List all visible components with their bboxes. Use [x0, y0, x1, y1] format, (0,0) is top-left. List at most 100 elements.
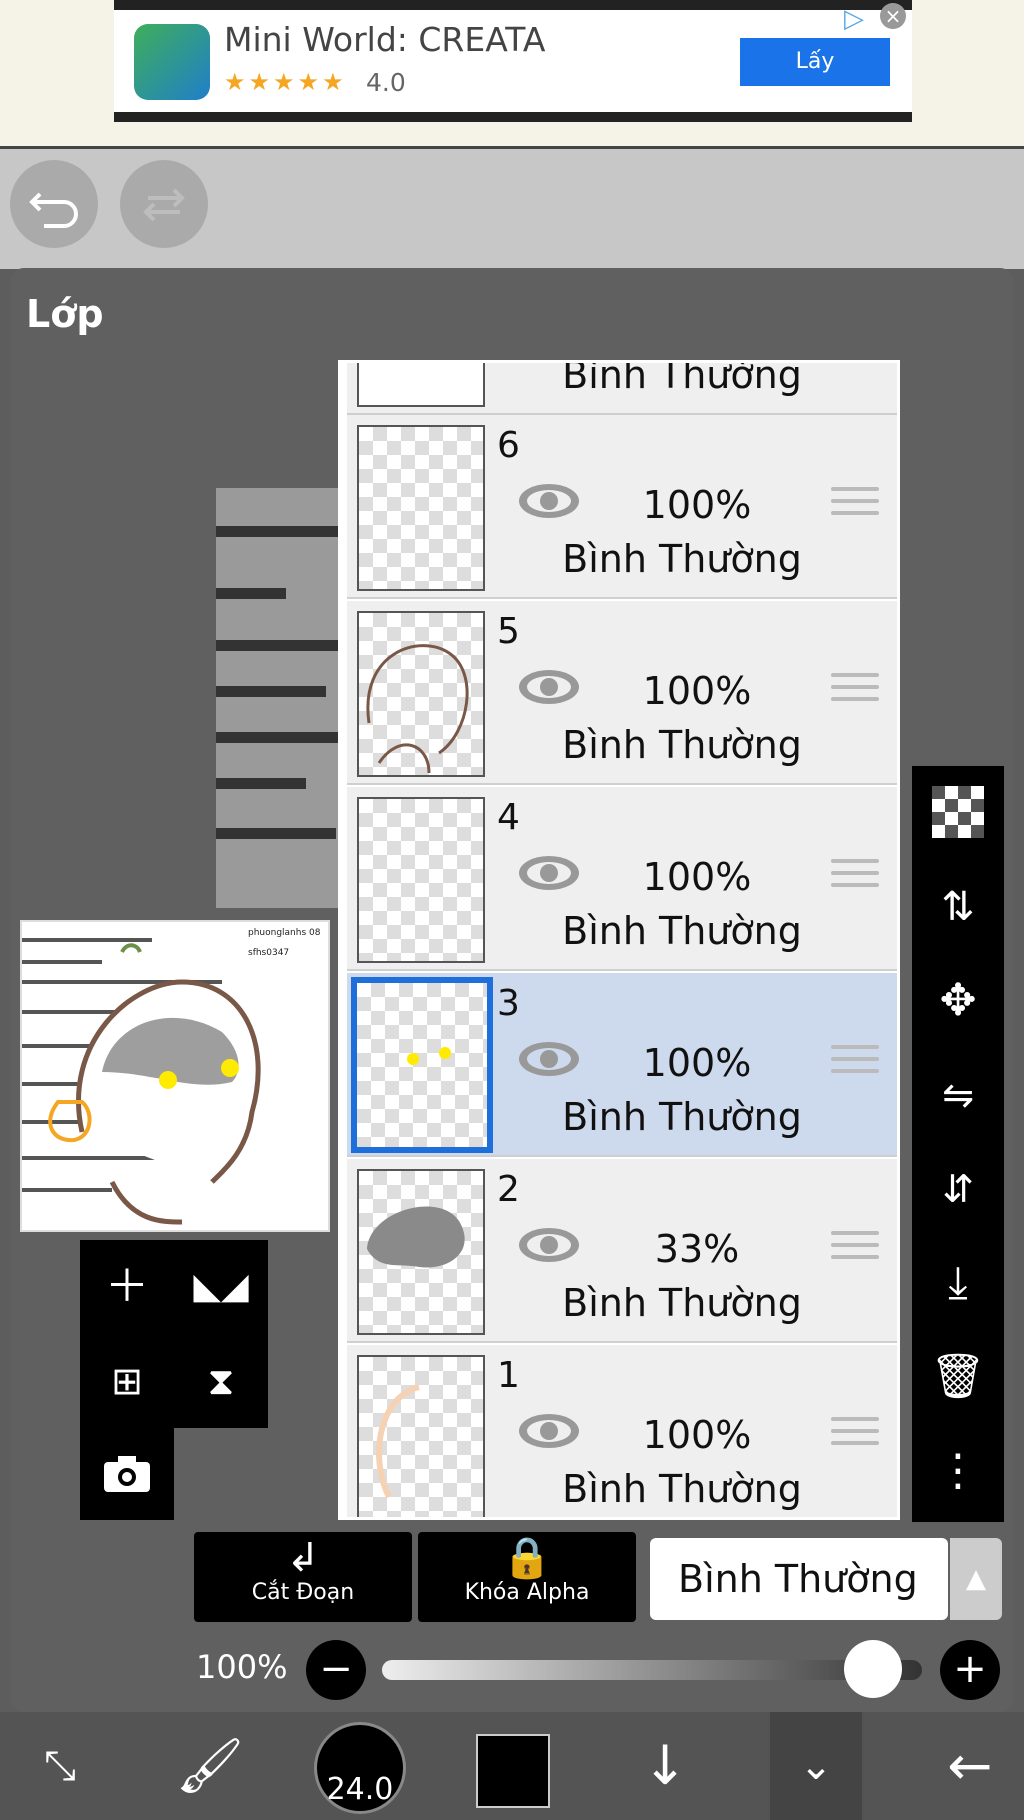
layer-blend-mode: Bình Thường [562, 1095, 802, 1139]
eye-icon[interactable] [517, 853, 581, 893]
layer-right-toolbar: ⇅ ✥ ⇋ ⇵ ⤓ 🗑 ⋮ [912, 766, 1004, 1522]
ad-title: Mini World: CREATA [224, 20, 546, 59]
ad-stars: ★★★★★ [224, 68, 347, 96]
brush-icon[interactable]: 🖌 [160, 1712, 260, 1820]
opacity-slider[interactable] [382, 1660, 922, 1680]
back-icon[interactable]: ← [920, 1712, 1020, 1820]
opacity-increase-button[interactable]: + [940, 1640, 1000, 1700]
ad-card[interactable]: Mini World: CREATA ★★★★★ 4.0 Lấy ▷ × [114, 0, 912, 122]
merge-down-icon[interactable]: ⤓ [912, 1236, 1004, 1330]
drawing-preview [22, 938, 261, 1225]
redo-button[interactable] [120, 160, 208, 248]
swap-layer-icon[interactable]: ⇅ [912, 860, 1004, 954]
layer-blend-mode: Bình Thường [562, 1467, 802, 1511]
ad-app-icon [134, 24, 210, 100]
layer-thumbnail [357, 797, 485, 963]
camera-tool-box [80, 1428, 174, 1520]
drag-handle-icon[interactable] [831, 673, 879, 709]
flip-horizontal-icon[interactable]: ◣◢ [174, 1240, 268, 1334]
canvas-area[interactable] [216, 488, 346, 908]
ad-close-icon[interactable]: × [880, 3, 906, 29]
alpha-lock-button[interactable]: 🔒 Khóa Alpha [418, 1532, 636, 1622]
duplicate-layer-icon[interactable]: ⊞ [80, 1334, 174, 1428]
layer-blend-mode: Bình Thường [562, 723, 802, 767]
layer-number: 3 [497, 983, 520, 1024]
layer-opacity: 100% [642, 1413, 752, 1457]
layer-row[interactable]: 4 100% Bình Thường [347, 787, 897, 971]
adchoices-icon[interactable]: ▷ [844, 4, 864, 34]
layer-opacity: 33% [654, 1227, 740, 1271]
brush-size-button[interactable]: 24.0 [312, 1712, 408, 1820]
layer-opacity: 100% [642, 855, 752, 899]
drag-handle-icon[interactable] [831, 1417, 879, 1453]
add-layer-icon[interactable]: ＋ [80, 1240, 174, 1334]
ad-rating: 4.0 [366, 68, 406, 97]
flip-vertical-icon[interactable]: ⧗ [174, 1334, 268, 1428]
layer-opacity: 100% [642, 669, 752, 713]
color-swatch[interactable] [476, 1712, 550, 1820]
transform-tool-icon[interactable]: ⤡ [10, 1712, 110, 1820]
layer-opacity: 100% [642, 1041, 752, 1085]
dropdown-arrow-icon[interactable]: ▲ [950, 1538, 1002, 1620]
undo-button[interactable] [10, 160, 98, 248]
layer-row[interactable]: 2 33% Bình Thường [347, 1159, 897, 1343]
undo-icon [29, 192, 78, 228]
drag-handle-icon[interactable] [831, 859, 879, 895]
layer-row[interactable]: 5 100% Bình Thường [347, 601, 897, 785]
layers-toggle-icon[interactable]: ⌄ [770, 1712, 862, 1820]
flip-v-icon[interactable]: ⇵ [912, 1142, 1004, 1236]
preview-text-1: phuonglanhs 08 [248, 928, 321, 938]
drag-handle-icon[interactable] [831, 1045, 879, 1081]
opacity-label: 100% [196, 1648, 288, 1686]
eye-icon[interactable] [517, 481, 581, 521]
layer-blend-mode: Bình Thường [562, 909, 802, 953]
layer-blend-mode: Bình Thường [562, 1281, 802, 1325]
camera-icon[interactable] [80, 1428, 174, 1520]
eye-icon[interactable] [517, 1225, 581, 1265]
layer-number: 4 [497, 797, 520, 838]
eye-icon[interactable] [517, 667, 581, 707]
ad-get-button[interactable]: Lấy [740, 38, 890, 86]
layer-blend-mode: Bình Thường [562, 537, 802, 581]
eye-icon[interactable] [517, 1039, 581, 1079]
layer-number: 5 [497, 611, 520, 652]
brush-size-value: 24.0 [326, 1772, 394, 1807]
ad-banner[interactable]: Mini World: CREATA ★★★★★ 4.0 Lấy ▷ × [0, 0, 1024, 149]
redo-icon [143, 188, 185, 222]
flip-h-icon[interactable]: ⇋ [912, 1048, 1004, 1142]
trash-icon[interactable]: 🗑 [912, 1330, 1004, 1424]
opacity-slider-knob[interactable] [844, 1640, 902, 1698]
drag-handle-icon[interactable] [831, 1231, 879, 1267]
lock-icon: 🔒 [502, 1535, 552, 1581]
preview-text-2: sfhs0347 [248, 948, 290, 958]
layer-thumbnail [357, 425, 485, 591]
camera-glyph [104, 1456, 150, 1492]
layer-list[interactable]: Bình Thường 6 100% Bình Thường 5 100% Bì… [338, 360, 900, 1520]
more-icon[interactable]: ⋮ [912, 1424, 1004, 1518]
clipping-icon: ↲ [286, 1535, 320, 1581]
layer-mini-toolbar: ＋ ◣◢ ⊞ ⧗ [80, 1240, 268, 1428]
arrow-down-icon[interactable]: ↓ [620, 1712, 710, 1820]
clipping-button[interactable]: ↲ Cắt Đoạn [194, 1532, 412, 1622]
transparency-grid-icon[interactable] [912, 766, 1004, 860]
layer-thumbnail [357, 1355, 485, 1517]
layer-thumbnail [351, 977, 493, 1153]
layer-thumbnail [357, 1169, 485, 1335]
layer-thumbnail [357, 363, 485, 407]
move-icon[interactable]: ✥ [912, 954, 1004, 1048]
layer-row[interactable]: 6 100% Bình Thường [347, 415, 897, 599]
drag-handle-icon[interactable] [831, 487, 879, 523]
layer-blend-mode: Bình Thường [562, 360, 802, 397]
blend-mode-select[interactable]: Bình Thường [650, 1538, 948, 1620]
layer-number: 2 [497, 1169, 520, 1210]
layer-row[interactable]: 1 100% Bình Thường [347, 1345, 897, 1517]
panel-title: Lớp [26, 292, 104, 336]
layer-number: 1 [497, 1355, 520, 1396]
canvas-preview[interactable]: phuonglanhs 08 sfhs0347 [20, 920, 330, 1232]
clipping-label: Cắt Đoạn [251, 1580, 355, 1605]
opacity-decrease-button[interactable]: − [306, 1640, 366, 1700]
layer-row-selected[interactable]: 3 100% Bình Thường [347, 973, 897, 1157]
layer-row[interactable]: Bình Thường [347, 360, 897, 415]
eye-icon[interactable] [517, 1411, 581, 1451]
layer-thumbnail [357, 611, 485, 777]
